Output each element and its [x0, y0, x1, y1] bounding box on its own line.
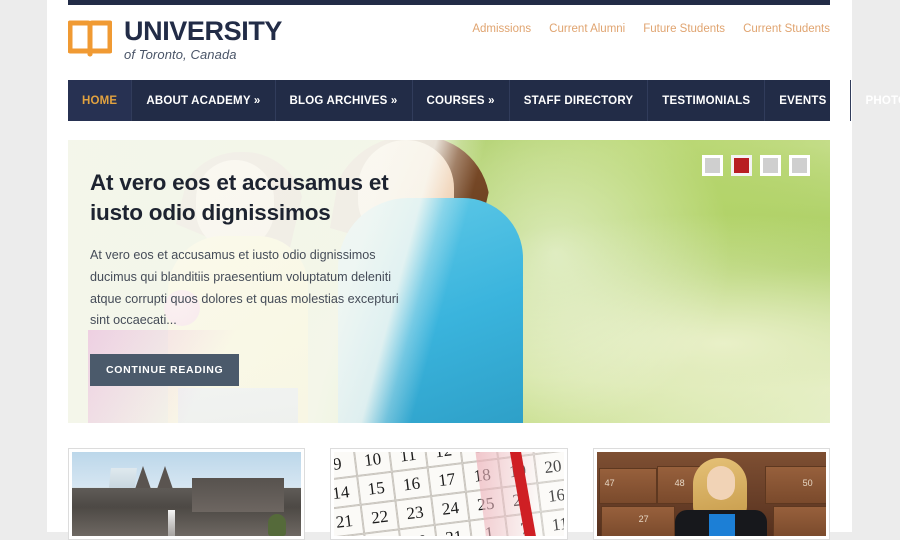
calendar-cell: 21 [334, 504, 365, 536]
nav-item-blog-archives[interactable]: BLOG ARCHIVES » [276, 80, 413, 121]
nav-item-about-academy[interactable]: ABOUT ACADEMY » [132, 80, 276, 121]
brand-title: UNIVERSITY [124, 16, 283, 46]
feature-cards-row: 9 10 11 12 5 6 13 14 15 16 17 18 19 20 2… [68, 448, 830, 540]
hero-slider: At vero eos et accusamus et iusto odio d… [68, 140, 830, 423]
calendar-cell: 24 [431, 491, 471, 525]
lecture-seat-number: 48 [674, 478, 685, 488]
hero-pager-thumb-1[interactable] [702, 155, 723, 176]
main-navigation: HOME ABOUT ACADEMY » BLOG ARCHIVES » COU… [68, 80, 900, 121]
hero-content: At vero eos et accusamus et iusto odio d… [90, 168, 410, 386]
page-container: UNIVERSITY of Toronto, Canada Admissions… [47, 0, 900, 540]
hero-title: At vero eos et accusamus et iusto odio d… [90, 170, 389, 225]
hero-description: At vero eos et accusamus et iusto odio d… [90, 248, 399, 328]
top-link-current-alumni[interactable]: Current Alumni [549, 23, 625, 35]
top-link-admissions[interactable]: Admissions [472, 23, 531, 35]
lecture-seat-number: 47 [604, 478, 615, 488]
calendar-image: 9 10 11 12 5 6 13 14 15 16 17 18 19 20 2… [334, 452, 564, 536]
nav-item-home[interactable]: HOME [68, 80, 133, 121]
continue-reading-button[interactable]: CONTINUE READING [90, 354, 240, 386]
hero-pager-thumb-3[interactable] [760, 155, 781, 176]
nav-item-testimonials[interactable]: TESTIMONIALS [648, 80, 766, 121]
lecture-student-face [706, 466, 735, 500]
site-header: UNIVERSITY of Toronto, Canada Admissions… [68, 5, 830, 75]
brand-text: UNIVERSITY of Toronto, Canada [124, 16, 283, 63]
lecture-seat-number: 27 [638, 514, 649, 524]
calendar-cell: 22 [360, 500, 400, 534]
open-book-icon [68, 20, 112, 57]
calendar-cell: 15 [357, 471, 396, 505]
nav-item-staff-directory[interactable]: STAFF DIRECTORY [510, 80, 649, 121]
brand-subtitle: of Toronto, Canada [124, 47, 237, 63]
campus-main-block [192, 478, 284, 512]
nav-item-events[interactable]: EVENTS » [765, 80, 852, 121]
top-utility-links: Admissions Current Alumni Future Student… [472, 23, 830, 35]
lecture-seat [764, 466, 826, 504]
calendar-cell: 16 [392, 467, 432, 501]
feature-card-calendar[interactable]: 9 10 11 12 5 6 13 14 15 16 17 18 19 20 2… [330, 448, 568, 540]
feature-card-campus[interactable] [68, 448, 306, 540]
campus-tree [268, 514, 286, 536]
lecture-student-shirt [708, 514, 735, 536]
nav-item-photo-gallery[interactable]: PHOTO GALLERY [851, 80, 900, 121]
feature-card-lecture[interactable]: 47 48 50 27 [592, 448, 830, 540]
lecture-hall-image: 47 48 50 27 [596, 452, 826, 536]
top-link-future-students[interactable]: Future Students [643, 23, 725, 35]
calendar-cell: 17 [427, 463, 467, 497]
brand-logo-group[interactable]: UNIVERSITY of Toronto, Canada [68, 17, 282, 61]
campus-buildings-image [72, 452, 302, 536]
campus-fountain [168, 510, 175, 536]
hero-pager-thumb-2[interactable] [731, 155, 752, 176]
lecture-seat-number: 50 [802, 478, 813, 488]
hero-pagination [702, 155, 810, 176]
top-link-current-students[interactable]: Current Students [743, 23, 830, 35]
calendar-cell: 23 [395, 496, 435, 530]
nav-item-courses[interactable]: COURSES » [413, 80, 510, 121]
hero-pager-thumb-4[interactable] [789, 155, 810, 176]
